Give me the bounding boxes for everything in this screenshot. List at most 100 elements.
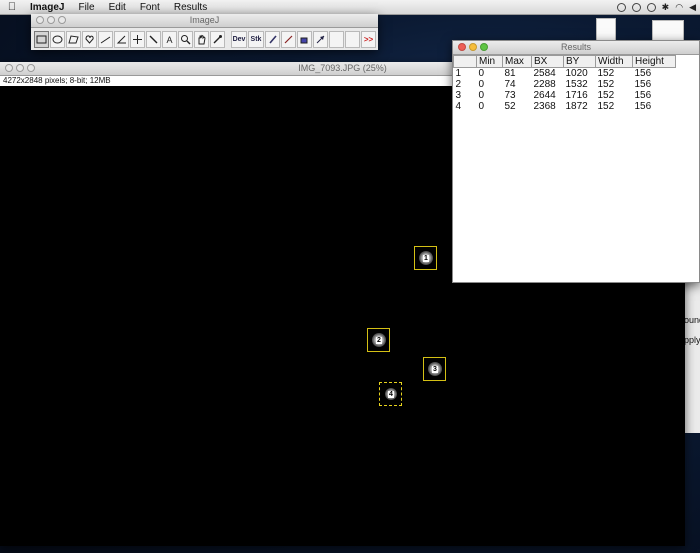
table-cell: 156: [634, 90, 652, 101]
column-header[interactable]: [453, 55, 477, 68]
results-window: Results Min Max BX BY Width Height 1 0 8…: [452, 40, 700, 283]
menu-app-name[interactable]: ImageJ: [24, 2, 72, 13]
text-tool-icon[interactable]: A: [162, 31, 177, 48]
wand-tool-icon[interactable]: [146, 31, 161, 48]
close-button[interactable]: [36, 16, 44, 24]
column-header[interactable]: BX: [531, 55, 564, 68]
background-dialog: ound pply: [683, 283, 700, 433]
line-tool-icon[interactable]: [98, 31, 113, 48]
freehand-tool-icon[interactable]: [82, 31, 97, 48]
table-cell: 152: [597, 90, 615, 101]
more-tools-icon[interactable]: >>: [361, 31, 376, 48]
apply-button[interactable]: pply: [684, 335, 700, 345]
table-cell: 156: [634, 79, 652, 90]
menu-bar:  ImageJ File Edit Font Results ✱ ◠ ◀: [0, 0, 700, 15]
table-cell: 2644: [533, 90, 556, 101]
table-cell: 2288: [533, 79, 556, 90]
table-cell: 52: [504, 101, 516, 112]
table-row[interactable]: 1 0 81 2584 1020 152 156: [454, 68, 676, 80]
table-cell: 1: [455, 68, 462, 79]
roi-label: 1: [423, 255, 429, 262]
wifi-icon[interactable]: ◠: [675, 2, 683, 13]
menu-font[interactable]: Font: [134, 2, 168, 13]
table-cell: 0: [478, 90, 485, 101]
results-table[interactable]: Min Max BX BY Width Height 1 0 81 2584 1…: [453, 55, 676, 112]
table-cell: 156: [634, 101, 652, 112]
table-cell: 0: [478, 101, 485, 112]
rectangle-tool-icon[interactable]: [34, 31, 49, 48]
volume-icon[interactable]: ◀: [689, 2, 696, 13]
table-cell: 0: [478, 68, 485, 79]
brush-tool-icon[interactable]: [265, 31, 280, 48]
table-cell: 1532: [565, 79, 588, 90]
column-header[interactable]: Min: [476, 55, 503, 68]
table-cell: 152: [597, 79, 615, 90]
table-cell: 4: [455, 101, 462, 112]
menu-results[interactable]: Results: [168, 2, 215, 13]
table-cell: 0: [478, 79, 485, 90]
roi-box-active[interactable]: 4: [379, 382, 402, 406]
angle-tool-icon[interactable]: [114, 31, 129, 48]
table-cell: 81: [504, 68, 516, 79]
table-cell: 1716: [565, 90, 588, 101]
menu-file[interactable]: File: [72, 2, 102, 13]
column-header[interactable]: BY: [563, 55, 596, 68]
column-header[interactable]: Height: [632, 55, 676, 68]
desktop-file-icon[interactable]: [652, 20, 684, 42]
roi-box[interactable]: 1: [414, 246, 437, 270]
oval-tool-icon[interactable]: [50, 31, 65, 48]
toolbar-window-title: ImageJ: [189, 15, 220, 25]
pencil-tool-icon[interactable]: [281, 31, 296, 48]
table-row[interactable]: 4 0 52 2368 1872 152 156: [454, 101, 676, 112]
roi-box[interactable]: 2: [367, 328, 390, 352]
table-cell: 2: [455, 79, 462, 90]
table-row[interactable]: 2 0 74 2288 1532 152 156: [454, 79, 676, 90]
apple-menu-icon[interactable]: : [0, 1, 24, 13]
table-cell: 73: [504, 90, 516, 101]
minimize-button[interactable]: [469, 43, 477, 51]
roi-label: 4: [388, 391, 394, 398]
arrow-tool-icon[interactable]: [313, 31, 328, 48]
zoom-button[interactable]: [480, 43, 488, 51]
dialog-text: ound: [684, 315, 700, 325]
zoom-button[interactable]: [58, 16, 66, 24]
time-machine-icon[interactable]: [646, 2, 656, 12]
developer-menu-icon[interactable]: Dev: [231, 31, 247, 48]
polygon-tool-icon[interactable]: [66, 31, 81, 48]
results-window-title: Results: [560, 42, 591, 52]
table-cell: 1872: [565, 101, 588, 112]
roi-box[interactable]: 3: [423, 357, 446, 381]
dropper-tool-icon[interactable]: [210, 31, 225, 48]
toolbar-window-titlebar[interactable]: ImageJ: [31, 14, 378, 28]
flood-fill-tool-icon[interactable]: [297, 31, 312, 48]
menu-edit[interactable]: Edit: [103, 2, 134, 13]
status-icon[interactable]: [616, 2, 626, 12]
roi-label: 2: [376, 337, 382, 344]
menu-extras: ✱ ◠ ◀: [616, 0, 696, 14]
table-header-row: Min Max BX BY Width Height: [453, 55, 676, 68]
table-cell: 2584: [533, 68, 556, 79]
bluetooth-icon[interactable]: ✱: [662, 2, 670, 13]
zoom-button[interactable]: [27, 64, 35, 72]
hand-tool-icon[interactable]: [194, 31, 209, 48]
sync-icon[interactable]: [631, 2, 641, 12]
close-button[interactable]: [5, 64, 13, 72]
close-button[interactable]: [458, 43, 466, 51]
table-cell: 156: [634, 68, 652, 79]
column-header[interactable]: Width: [595, 55, 633, 68]
empty-tool-slot[interactable]: [345, 31, 360, 48]
image-window-title: IMG_7093.JPG (25%): [298, 63, 387, 73]
minimize-button[interactable]: [16, 64, 24, 72]
column-header[interactable]: Max: [502, 55, 532, 68]
desktop-file-icon[interactable]: [596, 18, 616, 42]
results-window-titlebar[interactable]: Results: [453, 41, 699, 55]
magnifier-tool-icon[interactable]: [178, 31, 193, 48]
table-row[interactable]: 3 0 73 2644 1716 152 156: [454, 90, 676, 101]
empty-tool-slot[interactable]: [329, 31, 344, 48]
tool-row: A Dev Stk >>: [31, 28, 378, 48]
table-cell: 74: [504, 79, 516, 90]
stack-menu-icon[interactable]: Stk: [248, 31, 264, 48]
roi-label: 3: [432, 366, 438, 373]
minimize-button[interactable]: [47, 16, 55, 24]
point-tool-icon[interactable]: [130, 31, 145, 48]
